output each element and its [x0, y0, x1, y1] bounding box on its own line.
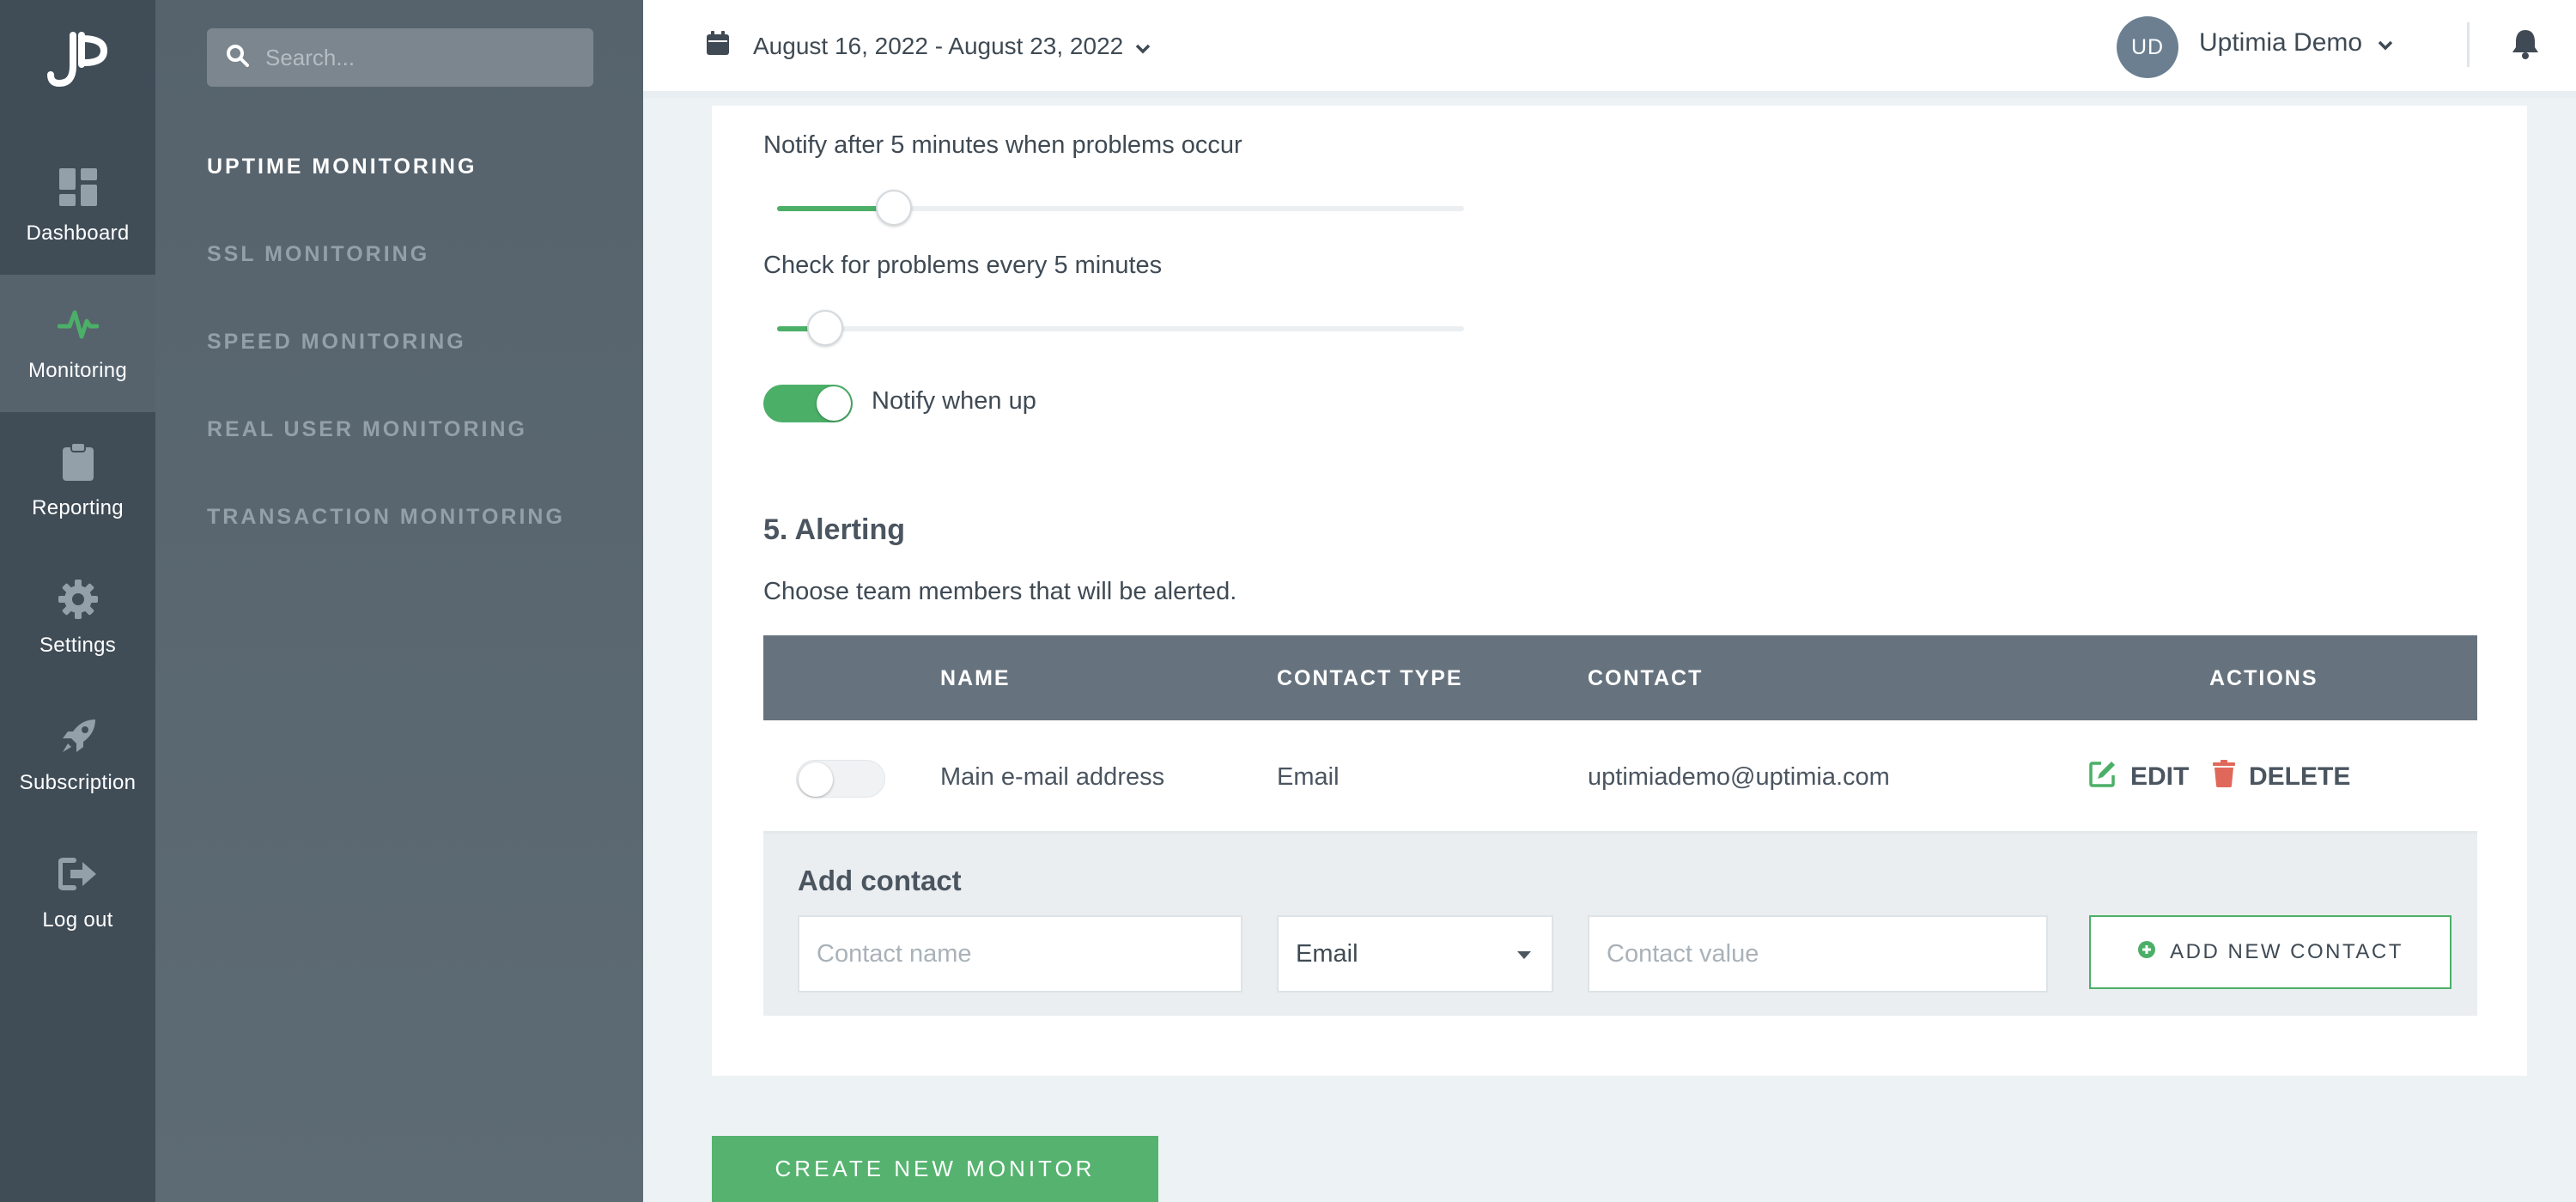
monitoring-sidebar: UPTIME MONITORING SSL MONITORING SPEED M… [155, 0, 643, 1202]
column-header-actions: ACTIONS [2209, 666, 2318, 690]
sidebar-link-uptime-monitoring[interactable]: UPTIME MONITORING [207, 155, 477, 179]
search-box[interactable] [207, 28, 593, 87]
delete-button[interactable]: DELETE [2213, 760, 2350, 794]
sidebar-link-speed-monitoring[interactable]: SPEED MONITORING [207, 330, 466, 355]
search-icon [226, 44, 250, 72]
bell-icon[interactable] [2512, 28, 2539, 64]
search-input[interactable] [265, 44, 574, 71]
column-header-name: NAME [940, 666, 1011, 690]
toggle-knob [817, 386, 851, 421]
contact-name: Main e-mail address [940, 763, 1165, 791]
rail-label: Settings [39, 634, 117, 657]
rail-item-settings[interactable]: Settings [0, 549, 155, 687]
caret-down-icon [1517, 951, 1531, 959]
logout-icon [58, 853, 99, 895]
clipboard-icon [58, 441, 99, 483]
column-header-contact-type: CONTACT TYPE [1277, 666, 1463, 690]
contact-type: Email [1277, 763, 1340, 791]
notify-after-slider[interactable] [777, 190, 1464, 226]
toggle-knob [799, 762, 833, 797]
slider-handle[interactable] [876, 190, 912, 226]
contact-value-input[interactable] [1588, 915, 2048, 993]
contacts-table-header: NAME CONTACT TYPE CONTACT ACTIONS [763, 635, 2477, 720]
dashboard-icon [58, 167, 99, 208]
calendar-icon [707, 31, 729, 61]
edit-button[interactable]: EDIT [2089, 760, 2189, 794]
notify-after-label: Notify after 5 minutes when problems occ… [763, 131, 1242, 159]
monitor-form-card: Notify after 5 minutes when problems occ… [712, 106, 2527, 1076]
add-new-contact-button[interactable]: ADD NEW CONTACT [2089, 915, 2451, 989]
uptimia-logo[interactable] [0, 0, 155, 120]
sidebar-link-ssl-monitoring[interactable]: SSL MONITORING [207, 242, 429, 267]
trash-icon [2213, 760, 2249, 794]
chevron-down-icon [2378, 28, 2393, 58]
table-row: Main e-mail address Email uptimiademo@up… [763, 720, 2477, 834]
divider [2467, 22, 2470, 67]
rail-item-monitoring[interactable]: Monitoring [0, 275, 155, 412]
alerting-heading: 5. Alerting [763, 513, 905, 546]
rail-label: Monitoring [27, 359, 128, 382]
rail-label: Subscription [19, 771, 137, 794]
edit-label: EDIT [2130, 762, 2190, 791]
rocket-icon [58, 716, 99, 757]
column-header-contact: CONTACT [1588, 666, 1704, 690]
contact-name-input[interactable] [798, 915, 1242, 993]
rail-item-logout[interactable]: Log out [0, 824, 155, 962]
rail-label: Dashboard [26, 222, 130, 245]
rail-item-dashboard[interactable]: Dashboard [0, 137, 155, 275]
rail-label: Reporting [32, 496, 124, 519]
add-contact-form: Add contact Email ADD NEW CONTACT [763, 834, 2477, 1016]
contact-enabled-toggle[interactable] [796, 760, 885, 798]
rail-item-subscription[interactable]: Subscription [0, 687, 155, 824]
contact-value: uptimiademo@uptimia.com [1588, 763, 1890, 791]
alerting-description: Choose team members that will be alerted… [763, 578, 1237, 605]
check-interval-slider[interactable] [777, 310, 1464, 346]
date-range-text: August 16, 2022 - August 23, 2022 [753, 32, 1124, 59]
delete-label: DELETE [2249, 762, 2351, 791]
add-new-contact-label: ADD NEW CONTACT [2170, 940, 2403, 963]
icon-rail: Dashboard Monitoring Reporting Settings … [0, 0, 155, 1202]
rail-item-reporting[interactable]: Reporting [0, 412, 155, 549]
user-name: Uptimia Demo [2199, 28, 2363, 57]
add-contact-title: Add contact [798, 865, 962, 896]
gear-icon [58, 579, 99, 620]
contact-type-select[interactable]: Email [1277, 915, 1553, 993]
notify-when-up-label: Notify when up [872, 387, 1036, 415]
notify-when-up-toggle[interactable] [763, 385, 853, 422]
chevron-down-icon [1135, 33, 1151, 60]
plus-circle-icon [2137, 940, 2170, 965]
sidebar-link-transaction-monitoring[interactable]: TRANSACTION MONITORING [207, 505, 565, 530]
check-interval-label: Check for problems every 5 minutes [763, 252, 1163, 279]
slider-handle[interactable] [807, 310, 843, 346]
date-range-picker[interactable]: August 16, 2022 - August 23, 2022 [707, 31, 1151, 61]
edit-icon [2089, 760, 2130, 794]
user-menu[interactable]: Uptimia Demo [2156, 28, 2393, 58]
pulse-icon [57, 304, 99, 345]
contact-type-selected: Email [1296, 939, 1358, 968]
rail-label: Log out [42, 908, 113, 932]
create-new-monitor-button[interactable]: CREATE NEW MONITOR [712, 1136, 1158, 1202]
sidebar-link-real-user-monitoring[interactable]: REAL USER MONITORING [207, 417, 527, 442]
top-bar: August 16, 2022 - August 23, 2022 UD Upt… [643, 0, 2576, 98]
